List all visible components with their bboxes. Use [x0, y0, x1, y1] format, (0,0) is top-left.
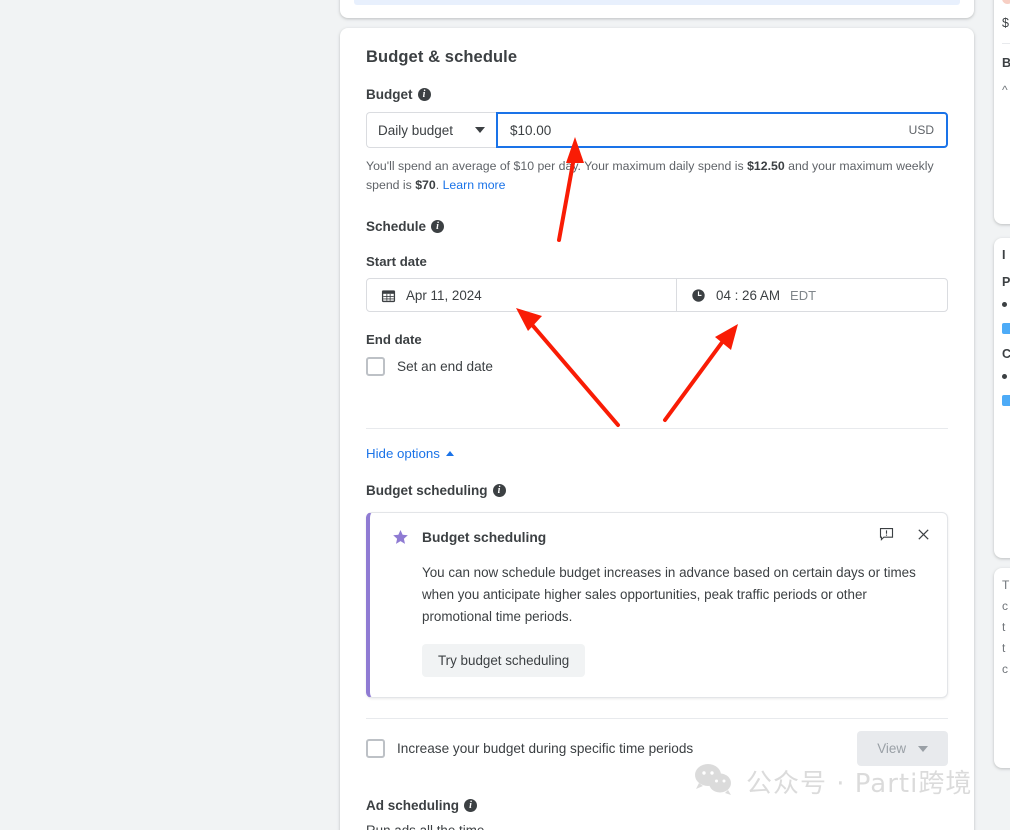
- divider: [1002, 43, 1010, 44]
- info-icon[interactable]: i: [493, 484, 506, 497]
- budget-type-select[interactable]: Daily budget: [366, 112, 496, 148]
- hide-options-toggle[interactable]: Hide options: [366, 446, 454, 461]
- progress-chip: [1002, 395, 1010, 406]
- watermark-text: 公众号 · Parti跨境: [746, 763, 972, 800]
- learn-more-link[interactable]: Learn more: [443, 178, 506, 192]
- chevron-down-icon: [475, 127, 485, 133]
- budget-scheduling-label: Budget scheduling i: [366, 483, 948, 498]
- feedback-icon[interactable]: [879, 527, 894, 542]
- ad-scheduling-label: Ad scheduling i: [366, 798, 948, 813]
- increase-budget-label: Increase your budget during specific tim…: [397, 741, 693, 756]
- start-date-input[interactable]: Apr 11, 2024: [367, 279, 677, 311]
- right-card-line: c: [1002, 599, 1010, 613]
- try-budget-scheduling-button[interactable]: Try budget scheduling: [422, 644, 585, 677]
- right-card-line: c: [1002, 662, 1010, 676]
- hide-options-label: Hide options: [366, 446, 440, 461]
- right-card-line: B: [1002, 56, 1010, 70]
- bullet-dot: [1002, 302, 1007, 307]
- set-end-date-checkbox[interactable]: [366, 357, 385, 376]
- right-card-line: $: [1002, 16, 1010, 30]
- promo-card-header: Budget scheduling: [392, 529, 929, 551]
- increase-budget-left[interactable]: Increase your budget during specific tim…: [366, 739, 693, 758]
- budget-input-row: Daily budget $10.00 USD: [366, 112, 948, 148]
- budget-scheduling-promo-card: Budget scheduling You can now schedule b…: [366, 512, 948, 698]
- right-card-line: t: [1002, 641, 1010, 655]
- budget-helper-text: You'll spend an average of $10 per day. …: [366, 157, 948, 195]
- chevron-down-icon: [918, 746, 928, 752]
- budget-type-value: Daily budget: [378, 123, 453, 138]
- calendar-icon: [381, 288, 396, 303]
- schedule-label-text: Schedule: [366, 219, 426, 234]
- progress-chip: [1002, 323, 1010, 334]
- budget-scheduling-label-text: Budget scheduling: [366, 483, 488, 498]
- promo-divider: [366, 718, 948, 719]
- highlighted-info-band: [354, 0, 960, 5]
- start-datetime-row: Apr 11, 2024 04 : 26 AM EDT: [366, 278, 948, 312]
- budget-label: Budget i: [366, 87, 948, 102]
- close-icon[interactable]: [916, 527, 931, 542]
- ad-scheduling-label-text: Ad scheduling: [366, 798, 459, 813]
- right-partial-card-1: Y $ B ^: [994, 0, 1010, 224]
- right-card-line: P: [1002, 275, 1010, 289]
- start-time-value: 04 : 26 AM: [716, 288, 780, 303]
- schedule-label: Schedule i: [366, 219, 948, 234]
- clock-icon: [691, 288, 706, 303]
- increase-budget-row: Increase your budget during specific tim…: [366, 731, 948, 766]
- screen: Budget & schedule Budget i Daily budget …: [0, 0, 1010, 830]
- info-icon[interactable]: i: [464, 799, 477, 812]
- helper-max-weekly: $70: [415, 178, 436, 192]
- promo-card-body: You can now schedule budget increases in…: [422, 562, 929, 627]
- promo-card-title: Budget scheduling: [422, 529, 546, 545]
- start-time-input[interactable]: 04 : 26 AM EDT: [677, 279, 947, 311]
- card-title: Budget & schedule: [366, 28, 948, 67]
- set-end-date-row[interactable]: Set an end date: [366, 357, 948, 376]
- ad-scheduling-option[interactable]: Run ads all the time: [366, 823, 948, 830]
- status-dot: [1002, 0, 1010, 4]
- right-card-line: t: [1002, 620, 1010, 634]
- right-partial-card-3: T c t t c: [994, 568, 1010, 768]
- star-icon: [392, 529, 409, 551]
- right-card-line: ^: [1002, 83, 1010, 97]
- budget-amount-value: $10.00: [510, 123, 551, 138]
- wechat-icon: [694, 763, 734, 800]
- info-icon[interactable]: i: [431, 220, 444, 233]
- increase-budget-checkbox[interactable]: [366, 739, 385, 758]
- bullet-dot: [1002, 374, 1007, 379]
- budget-amount-input[interactable]: $10.00 USD: [496, 112, 948, 148]
- right-card-line: T: [1002, 578, 1010, 592]
- helper-max-daily: $12.50: [747, 159, 785, 173]
- helper-prefix: You'll spend an average of $10 per day. …: [366, 159, 747, 173]
- start-date-label: Start date: [366, 254, 948, 269]
- promo-card-actions: [879, 527, 931, 542]
- set-end-date-label: Set an end date: [397, 359, 493, 374]
- view-button[interactable]: View: [857, 731, 948, 766]
- info-icon[interactable]: i: [418, 88, 431, 101]
- budget-and-schedule-card: Budget & schedule Budget i Daily budget …: [340, 28, 974, 830]
- watermark: 公众号 · Parti跨境: [694, 763, 972, 800]
- chevron-up-icon: [446, 451, 454, 456]
- right-card-line: C: [1002, 347, 1010, 361]
- previous-section-card: [340, 0, 974, 18]
- right-partial-card-2: I P C: [994, 238, 1010, 558]
- currency-label: USD: [909, 123, 934, 137]
- helper-suffix: .: [436, 178, 443, 192]
- right-card-line: I: [1002, 248, 1010, 262]
- view-button-label: View: [877, 741, 906, 756]
- start-date-value: Apr 11, 2024: [406, 288, 482, 303]
- timezone-label: EDT: [790, 288, 816, 303]
- end-date-label: End date: [366, 332, 948, 347]
- budget-label-text: Budget: [366, 87, 413, 102]
- section-divider: [366, 428, 948, 429]
